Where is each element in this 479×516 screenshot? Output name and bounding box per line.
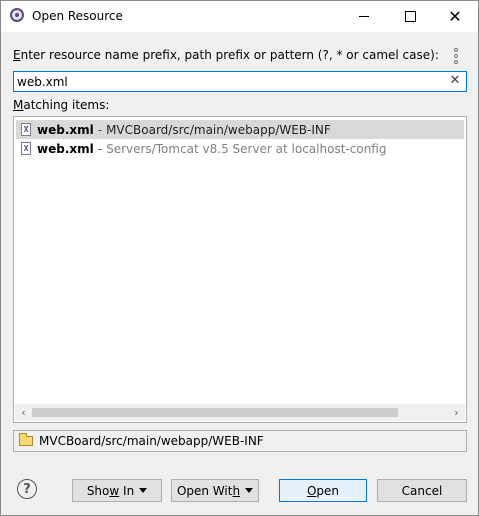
maximize-button[interactable] (387, 1, 433, 32)
list-item[interactable]: X web.xml - MVCBoard/src/main/webapp/WEB… (16, 120, 464, 139)
close-button[interactable]: ✕ (432, 1, 478, 32)
pattern-prompt-label: Enter resource name prefix, path prefix … (13, 48, 439, 62)
item-separator: - (97, 141, 103, 156)
list-item[interactable]: X web.xml - Servers/Tomcat v8.5 Server a… (16, 139, 464, 158)
cancel-button[interactable]: Cancel (377, 479, 467, 502)
show-in-text-pre: Sho (86, 483, 110, 498)
window-title: Open Resource (32, 9, 123, 23)
open-with-button[interactable]: Open With (171, 479, 259, 502)
show-in-label: Show In (87, 484, 134, 498)
scroll-left-icon[interactable]: ‹ (15, 404, 32, 421)
search-field[interactable]: ✕ (13, 71, 467, 92)
minimize-button[interactable] (341, 1, 387, 32)
item-name: web.xml (37, 122, 94, 137)
open-with-accelerator: h (232, 483, 241, 498)
open-button[interactable]: Open (279, 479, 367, 502)
location-status-bar: MVCBoard/src/main/webapp/WEB-INF (13, 430, 467, 452)
matching-accelerator: M (13, 98, 24, 112)
show-in-button[interactable]: Show In (72, 479, 162, 502)
item-separator: - (97, 122, 103, 137)
matching-items-list[interactable]: X web.xml - MVCBoard/src/main/webapp/WEB… (13, 116, 467, 423)
menu-dot (454, 54, 458, 58)
location-text: MVCBoard/src/main/webapp/WEB-INF (39, 434, 264, 448)
matching-text: atching items: (23, 98, 110, 112)
clear-search-icon[interactable]: ✕ (448, 74, 462, 88)
view-menu-icon[interactable] (453, 48, 459, 64)
dropdown-arrow-icon (139, 488, 148, 493)
scrollbar-thumb[interactable] (32, 408, 398, 417)
dropdown-arrow-icon (245, 488, 254, 493)
open-accelerator: O (306, 483, 317, 498)
menu-dot (454, 60, 458, 64)
eclipse-app-icon (10, 8, 24, 22)
maximize-icon (404, 11, 416, 22)
horizontal-scrollbar[interactable]: ‹ › (15, 404, 465, 421)
show-in-text-post: In (119, 483, 135, 498)
search-input[interactable] (16, 73, 448, 90)
open-resource-dialog: Open Resource ✕ Enter resource name pref… (0, 0, 479, 516)
prompt-accelerator: E (13, 48, 21, 62)
open-text-post: pen (316, 483, 340, 498)
open-with-text-pre: Open Wit (176, 483, 233, 498)
xml-file-icon: X (21, 142, 31, 155)
minimize-icon (359, 16, 369, 17)
matching-items-label: Matching items: (13, 98, 109, 112)
scroll-right-icon[interactable]: › (448, 404, 465, 421)
help-icon[interactable]: ? (17, 479, 37, 499)
menu-dot (454, 48, 458, 52)
title-bar: Open Resource ✕ (1, 1, 478, 32)
open-label: Open (307, 484, 339, 498)
prompt-text: nter resource name prefix, path prefix o… (20, 48, 439, 62)
item-path: MVCBoard/src/main/webapp/WEB-INF (106, 122, 331, 137)
item-name: web.xml (37, 141, 94, 156)
item-path: Servers/Tomcat v8.5 Server at localhost-… (106, 141, 387, 156)
show-in-accelerator: w (109, 483, 120, 498)
xml-file-icon: X (21, 123, 31, 136)
folder-open-icon (19, 433, 33, 446)
open-with-label: Open With (177, 484, 240, 498)
close-icon: ✕ (448, 6, 462, 26)
